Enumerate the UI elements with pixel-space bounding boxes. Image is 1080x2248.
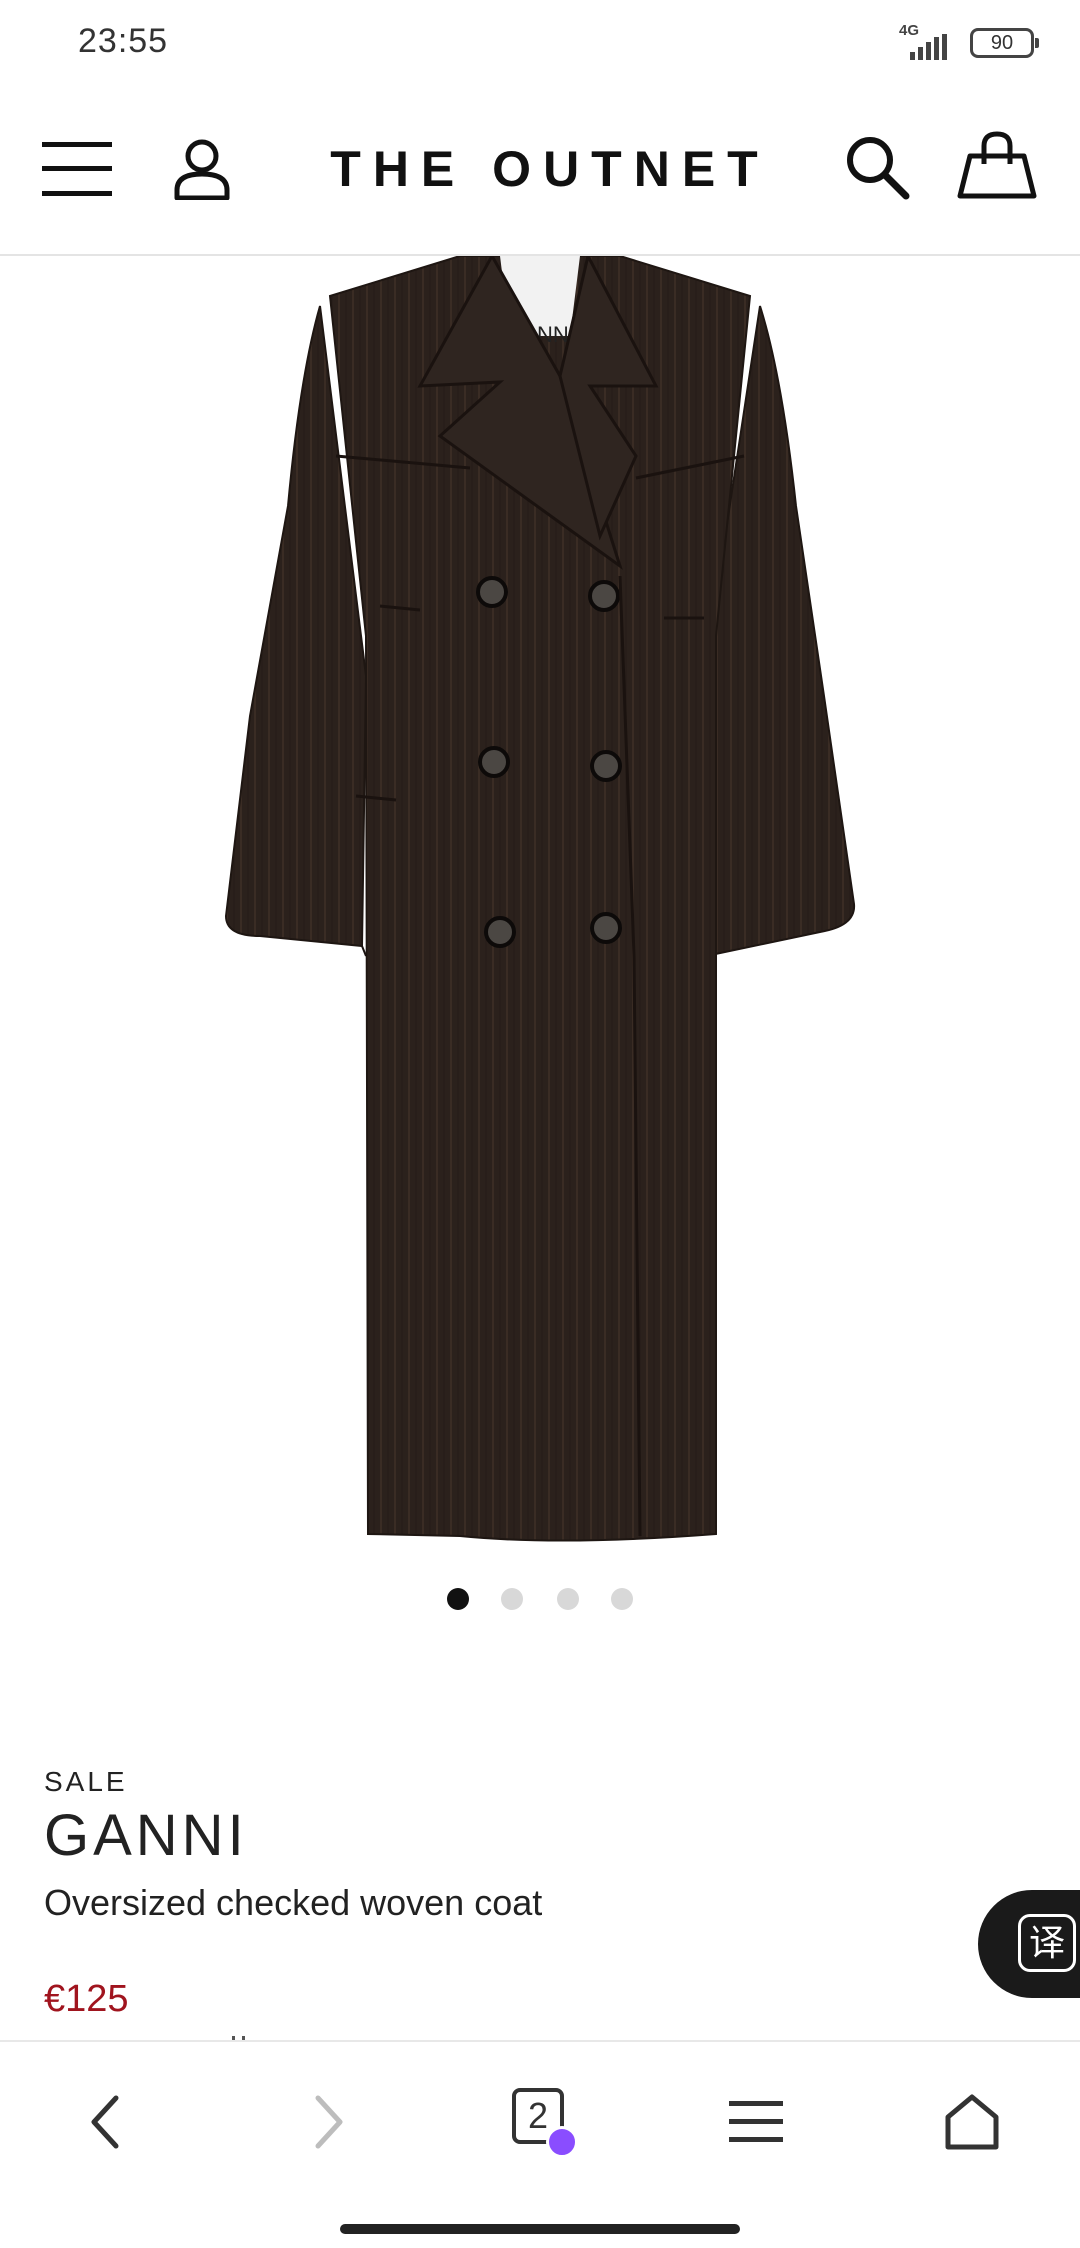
shopping-bag-icon[interactable] — [956, 130, 1038, 202]
battery-icon: 90 — [970, 28, 1039, 58]
site-logo[interactable]: THE OUTNET — [300, 140, 800, 198]
incognito-icon — [546, 2126, 578, 2158]
signal-icon — [910, 34, 947, 60]
product-brand[interactable]: GANNI — [44, 1802, 248, 1869]
site-header: THE OUTNET — [0, 90, 1080, 256]
tabs-icon: 2 — [506, 2082, 586, 2162]
back-arrow-icon — [91, 2095, 119, 2149]
carousel-dot-3[interactable] — [557, 1588, 579, 1610]
hamburger-icon — [729, 2101, 783, 2142]
back-button[interactable] — [66, 2082, 146, 2162]
carousel-dots — [0, 1588, 1080, 1612]
home-icon — [945, 2094, 999, 2150]
status-time: 23:55 — [78, 22, 169, 60]
tabs-button[interactable]: 2 — [506, 2082, 586, 2162]
product-price: €125 — [44, 1978, 129, 2020]
browser-menu-button[interactable] — [716, 2082, 796, 2162]
carousel-dot-2[interactable] — [501, 1588, 523, 1610]
menu-icon[interactable] — [42, 142, 112, 196]
battery-level: 90 — [990, 32, 1014, 54]
home-button[interactable] — [932, 2082, 1012, 2162]
browser-toolbar: 2 — [0, 2040, 1080, 2248]
coat-image: GANNI — [224, 251, 856, 1542]
home-indicator[interactable] — [340, 2224, 740, 2234]
product-title: Oversized checked woven coat — [44, 1882, 543, 1923]
carousel-dot-4[interactable] — [611, 1588, 633, 1610]
product-image[interactable]: GANNI — [0, 251, 1080, 1546]
translate-icon: 译 — [1018, 1914, 1076, 1972]
status-bar: 23:55 4G 90 — [0, 0, 1080, 90]
search-icon[interactable] — [844, 134, 910, 200]
translate-button[interactable]: 译 — [978, 1890, 1080, 1998]
network-indicator: 4G — [896, 22, 956, 62]
carousel-dot-1[interactable] — [447, 1588, 469, 1610]
account-icon[interactable] — [172, 138, 232, 200]
sale-badge: SALE — [44, 1766, 128, 1797]
forward-button[interactable] — [288, 2082, 368, 2162]
forward-arrow-icon — [315, 2095, 343, 2149]
